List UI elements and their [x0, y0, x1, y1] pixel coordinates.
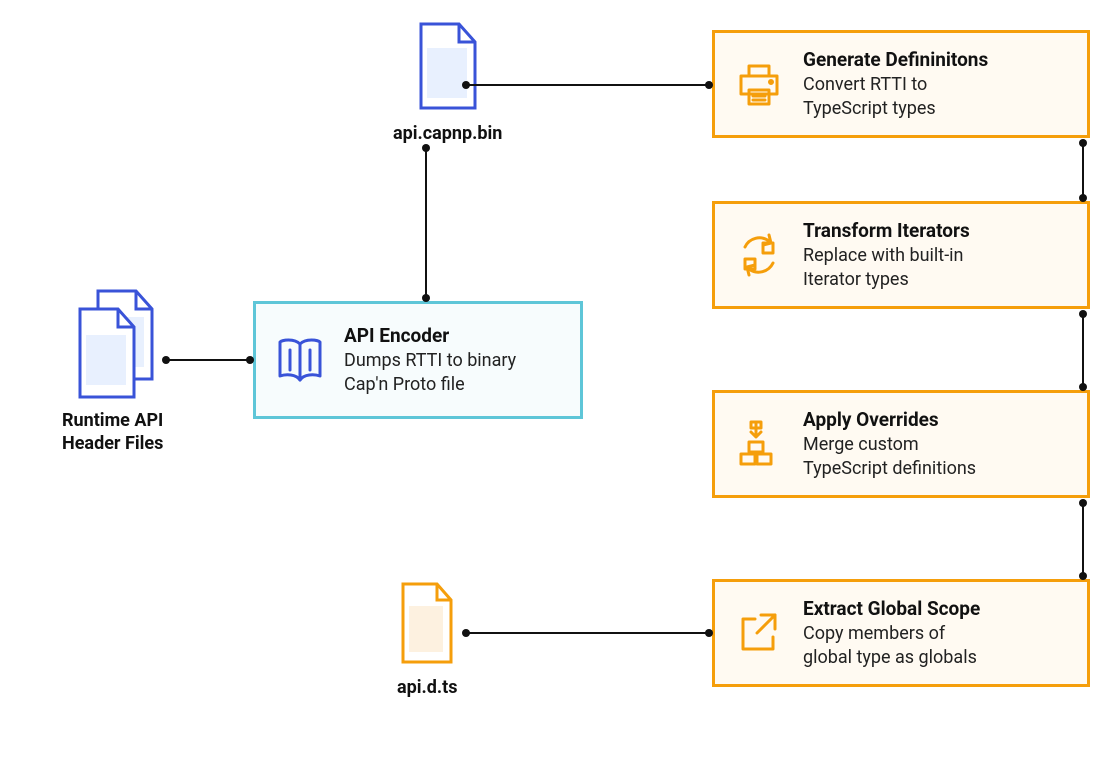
box-title: Generate Defininitons: [803, 47, 1069, 73]
connector-dot: [1079, 383, 1087, 391]
connector-dot: [422, 144, 430, 152]
box-text: Transform Iterators Replace with built-i…: [803, 218, 1069, 292]
connector-dot: [422, 294, 430, 302]
connector-dot: [705, 629, 713, 637]
file-orange-icon: [397, 580, 457, 666]
node-runtime-api: Runtime API Header Files: [62, 287, 163, 456]
node-label: api.d.ts: [397, 676, 457, 699]
connector-dot: [705, 81, 713, 89]
box-generate: Generate Defininitons Convert RTTI to Ty…: [712, 30, 1090, 138]
box-text: Generate Defininitons Convert RTTI to Ty…: [803, 47, 1069, 121]
connector: [166, 359, 250, 361]
box-desc: Copy members of global type as globals: [803, 622, 1069, 671]
connector-dot: [1079, 139, 1087, 147]
external-icon: [733, 607, 785, 659]
connector: [1082, 314, 1084, 387]
connector: [425, 148, 427, 298]
connector-dot: [162, 356, 170, 364]
node-api-d-ts: api.d.ts: [397, 580, 457, 699]
box-title: Transform Iterators: [803, 218, 1069, 244]
box-text: Extract Global Scope Copy members of glo…: [803, 596, 1069, 670]
box-api-encoder: API Encoder Dumps RTTI to binary Cap'n P…: [253, 301, 583, 419]
node-label: Runtime API Header Files: [62, 409, 163, 456]
connector: [1082, 503, 1084, 576]
box-title: Extract Global Scope: [803, 596, 1069, 622]
box-extract: Extract Global Scope Copy members of glo…: [712, 579, 1090, 687]
connector: [466, 632, 709, 634]
box-text: API Encoder Dumps RTTI to binary Cap'n P…: [344, 323, 562, 397]
connector-dot: [1079, 310, 1087, 318]
box-transform: Transform Iterators Replace with built-i…: [712, 201, 1090, 309]
box-desc: Dumps RTTI to binary Cap'n Proto file: [344, 349, 562, 398]
node-capnp-bin: api.capnp.bin: [393, 20, 502, 145]
printer-icon: [733, 58, 785, 110]
box-desc: Replace with built-in Iterator types: [803, 244, 1069, 293]
sort-icon: [733, 418, 785, 470]
connector-dot: [462, 81, 470, 89]
box-title: API Encoder: [344, 323, 562, 349]
connector: [466, 84, 709, 86]
node-label: api.capnp.bin: [393, 122, 502, 145]
file-icon: [415, 20, 481, 112]
cycle-icon: [733, 229, 785, 281]
connector-dot: [1079, 499, 1087, 507]
box-desc: Merge custom TypeScript definitions: [803, 433, 1069, 482]
connector: [1082, 143, 1084, 198]
connector-dot: [1079, 194, 1087, 202]
connector-dot: [246, 356, 254, 364]
box-text: Apply Overrides Merge custom TypeScript …: [803, 407, 1069, 481]
box-overrides: Apply Overrides Merge custom TypeScript …: [712, 390, 1090, 498]
box-title: Apply Overrides: [803, 407, 1069, 433]
connector-dot: [1079, 572, 1087, 580]
connector-dot: [462, 629, 470, 637]
files-icon: [68, 287, 158, 399]
box-desc: Convert RTTI to TypeScript types: [803, 73, 1069, 122]
book-icon: [274, 334, 326, 386]
